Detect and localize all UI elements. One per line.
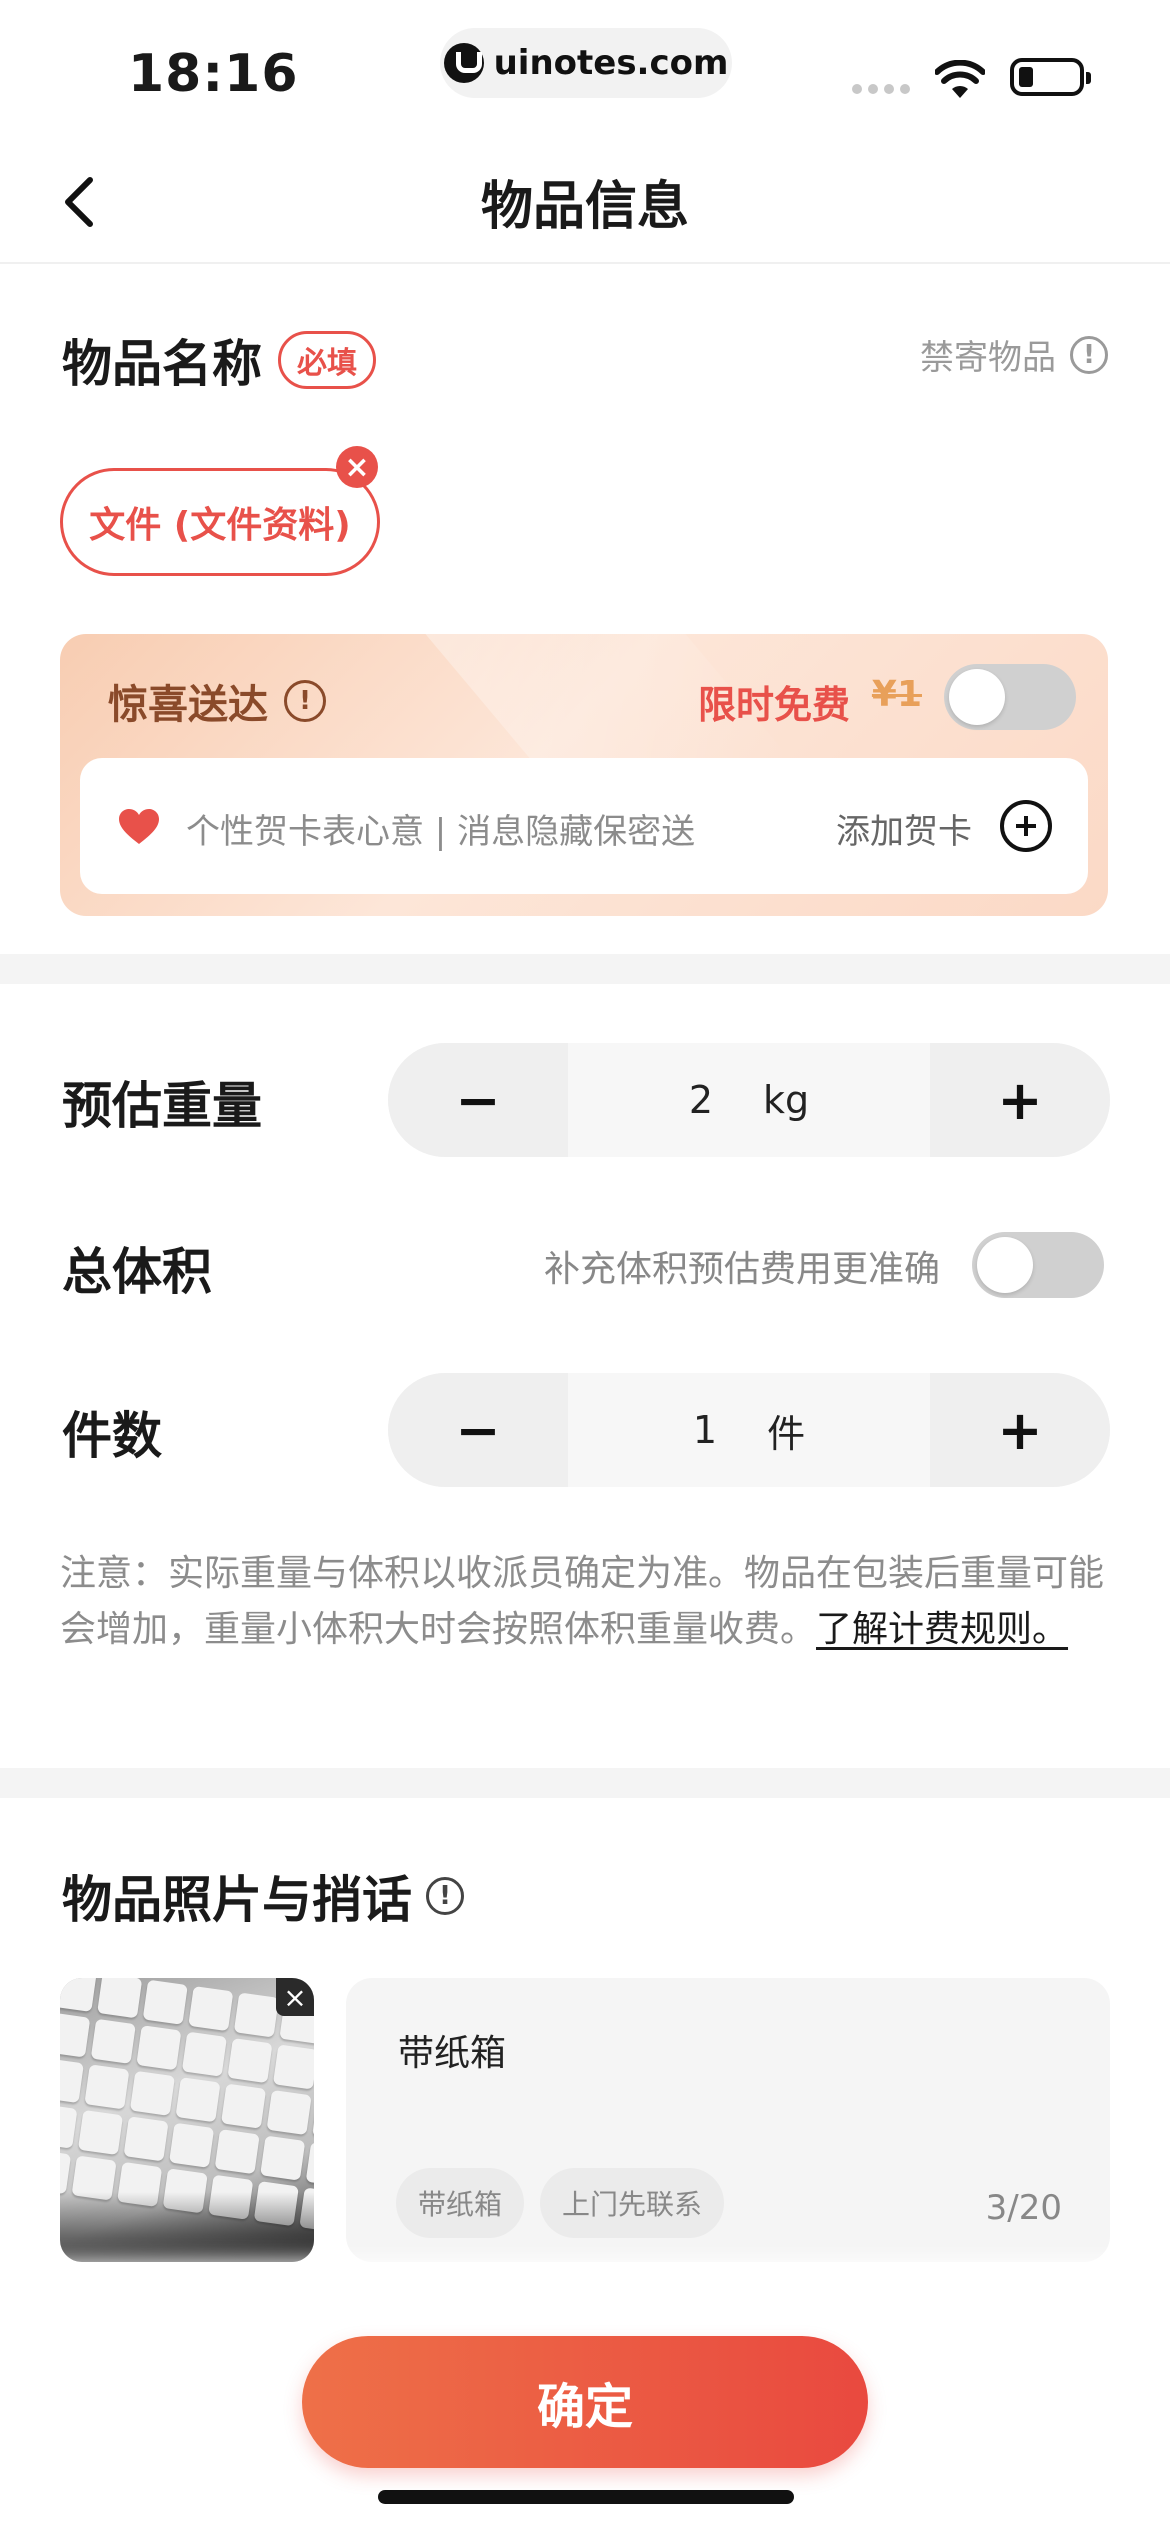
weight-label: 预估重量 (62, 1077, 262, 1135)
status-time: 18:16 (128, 44, 299, 104)
count-minus-button[interactable]: − (388, 1373, 568, 1487)
weight-unit: kg (763, 1078, 810, 1122)
confirm-button[interactable]: 确定 (302, 2336, 868, 2468)
weight-value: 2 (688, 1078, 714, 1122)
add-circle-icon[interactable] (1000, 800, 1052, 852)
wifi-icon (935, 60, 985, 98)
forbidden-items-label: 禁寄物品 (920, 338, 1056, 378)
item-name-title: 物品名称 (62, 335, 262, 393)
volume-toggle[interactable] (972, 1232, 1104, 1298)
remark-text: 带纸箱 (398, 2033, 507, 2074)
surprise-title: 惊喜送达 (108, 682, 268, 728)
info-icon[interactable]: ! (284, 680, 326, 722)
weight-value-field[interactable]: 2 kg (568, 1043, 930, 1157)
remark-tag[interactable]: 上门先联系 (540, 2168, 725, 2238)
status-bar: 18:16 uinotes.com (0, 0, 1170, 140)
photo-shadow (60, 2192, 314, 2262)
old-price: ¥1 (871, 674, 922, 715)
url-pill[interactable]: uinotes.com (440, 28, 732, 98)
photos-header: 物品照片与捎话 ! (62, 1860, 464, 1932)
home-indicator (378, 2490, 794, 2504)
add-card-label: 添加贺卡 (836, 812, 972, 852)
count-plus-button[interactable]: + (930, 1373, 1110, 1487)
weight-stepper[interactable]: − 2 kg + (388, 1043, 1110, 1157)
remark-char-count: 3/20 (985, 2188, 1062, 2228)
cellular-signal-icon (852, 84, 910, 94)
heart-icon (119, 809, 159, 844)
count-value: 1 (692, 1408, 718, 1452)
surprise-toggle[interactable] (944, 664, 1076, 730)
nav-bar: 物品信息 (0, 140, 1170, 264)
info-icon[interactable]: ! (426, 1877, 464, 1915)
item-name-header: 物品名称 必填 (62, 324, 376, 396)
battery-icon (1010, 58, 1091, 96)
required-badge: 必填 (278, 331, 376, 389)
billing-note: 注意：实际重量与体积以收派员确定为准。物品在包装后重量可能会增加，重量小体积大时… (60, 1546, 1110, 1658)
remark-input[interactable]: 带纸箱 带纸箱 上门先联系 3/20 (346, 1978, 1110, 2262)
volume-label: 总体积 (62, 1243, 212, 1301)
selected-item-chip[interactable]: 文件 (文件资料) (60, 468, 380, 576)
page-title: 物品信息 (480, 177, 689, 237)
item-photo-thumbnail[interactable] (60, 1978, 314, 2262)
site-logo-icon (443, 43, 484, 83)
greeting-card-desc: 个性贺卡表心意 | 消息隐藏保密送 (186, 812, 696, 852)
close-icon[interactable]: × (336, 446, 378, 488)
count-stepper[interactable]: − 1 件 + (388, 1373, 1110, 1487)
section-divider (0, 1768, 1170, 1798)
surprise-title-row: 惊喜送达 ! (108, 672, 326, 730)
photos-title: 物品照片与捎话 (62, 1871, 412, 1929)
volume-hint: 补充体积预估费用更准确 (543, 1249, 940, 1290)
url-text: uinotes.com (493, 43, 729, 83)
billing-rules-link[interactable]: 了解计费规则。 (816, 1609, 1068, 1650)
remark-tag[interactable]: 带纸箱 (396, 2168, 525, 2238)
section-divider (0, 954, 1170, 984)
count-value-field[interactable]: 1 件 (568, 1373, 930, 1487)
info-icon: ! (1070, 335, 1108, 374)
close-icon[interactable]: × (276, 1978, 314, 2016)
weight-plus-button[interactable]: + (930, 1043, 1110, 1157)
greeting-card-row[interactable]: 个性贺卡表心意 | 消息隐藏保密送 添加贺卡 (80, 758, 1088, 894)
weight-minus-button[interactable]: − (388, 1043, 568, 1157)
free-label: 限时免费 (697, 683, 850, 727)
count-unit: 件 (767, 1411, 806, 1456)
forbidden-items-link[interactable]: 禁寄物品 ! (920, 330, 1108, 379)
surprise-delivery-card: 惊喜送达 ! 限时免费 ¥1 个性贺卡表心意 | 消息隐藏保密送 添加贺卡 (60, 634, 1108, 916)
count-label: 件数 (62, 1407, 162, 1465)
